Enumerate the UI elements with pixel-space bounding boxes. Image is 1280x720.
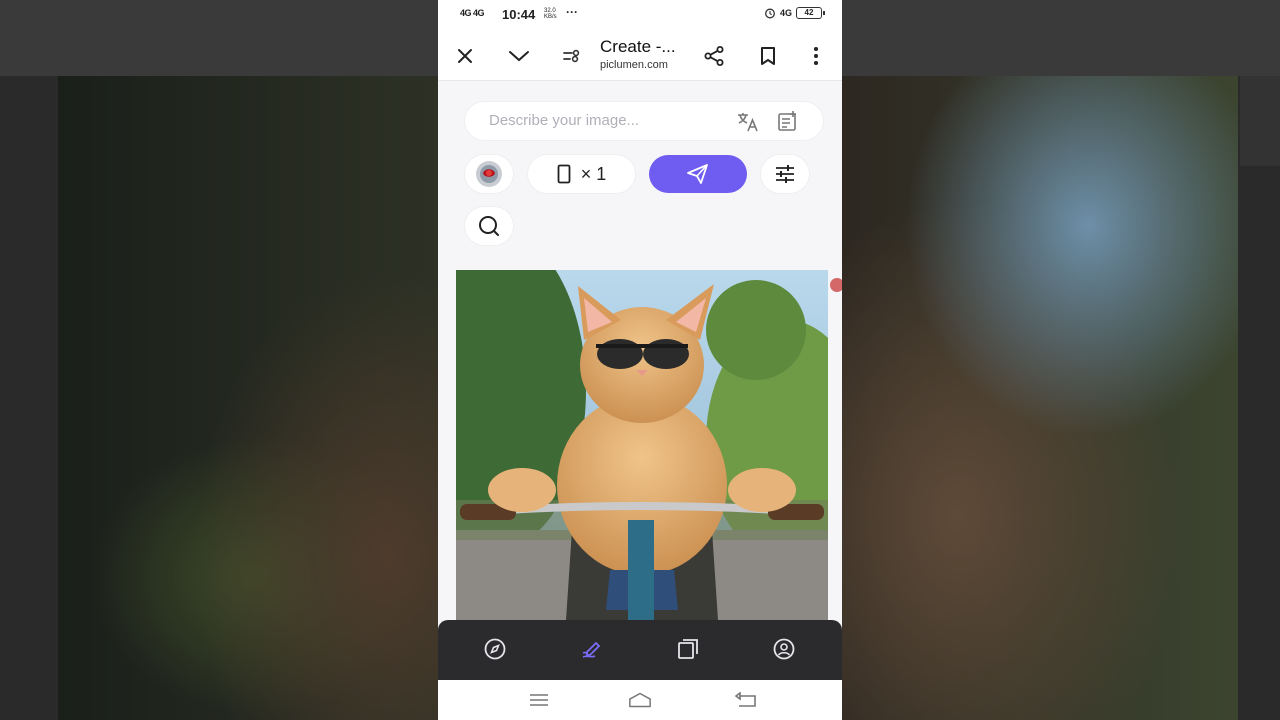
cat-riding-bicycle-image[interactable]	[456, 270, 828, 620]
search-icon	[479, 216, 499, 236]
bookmark-icon[interactable]	[755, 43, 781, 69]
back-icon[interactable]	[734, 690, 758, 710]
gallery-icon[interactable]	[675, 636, 701, 662]
home-icon[interactable]	[628, 690, 652, 710]
search-button[interactable]	[465, 207, 513, 245]
settings-button[interactable]	[761, 155, 809, 193]
profile-icon[interactable]	[771, 636, 797, 662]
sliders-icon	[776, 165, 794, 183]
translate-icon[interactable]	[736, 111, 760, 133]
image-count: × 1	[580, 163, 607, 184]
share-icon[interactable]	[701, 43, 727, 69]
network-type: 4G	[779, 8, 792, 18]
status-bar: 4G 4G 10:44 32.0 KB/s ··· 4G 42	[438, 0, 842, 30]
status-more: ···	[566, 5, 578, 19]
ratio-count-button[interactable]: × 1	[528, 155, 635, 193]
battery-icon: 42	[796, 7, 825, 19]
recents-icon[interactable]	[527, 690, 551, 710]
bottom-nav	[438, 620, 842, 680]
close-icon[interactable]	[452, 43, 478, 69]
video-background-edge	[1240, 76, 1280, 166]
more-vert-icon[interactable]	[803, 43, 829, 69]
chevron-down-icon[interactable]	[506, 43, 532, 69]
status-right: 4G 42	[764, 7, 825, 19]
phone-screen: 4G 4G 10:44 32.0 KB/s ··· 4G 42 Create -…	[438, 0, 842, 720]
explore-icon[interactable]	[482, 636, 508, 662]
page-url: piclumen.com	[600, 59, 668, 71]
alarm-icon	[765, 8, 775, 19]
model-selector[interactable]	[465, 155, 513, 193]
create-icon[interactable]	[579, 636, 605, 662]
prompt-input[interactable]: Describe your image...	[465, 102, 823, 140]
battery-level: 42	[804, 8, 814, 17]
signal-indicator: 4G 4G	[460, 8, 485, 18]
prompt-list-icon[interactable]	[777, 110, 799, 132]
portrait-ratio-icon	[557, 164, 571, 184]
generate-button[interactable]	[649, 155, 747, 193]
tabs-settings-icon[interactable]	[559, 43, 585, 69]
system-nav-bar	[438, 680, 842, 720]
page-title: Create -...	[600, 37, 676, 56]
model-avatar	[476, 161, 502, 187]
recording-indicator	[830, 278, 842, 292]
status-time: 10:44	[502, 7, 536, 22]
network-speed: 32.0 KB/s	[544, 8, 557, 20]
prompt-placeholder: Describe your image...	[489, 112, 640, 129]
browser-toolbar: Create -... piclumen.com	[438, 30, 842, 81]
send-icon	[687, 164, 708, 184]
